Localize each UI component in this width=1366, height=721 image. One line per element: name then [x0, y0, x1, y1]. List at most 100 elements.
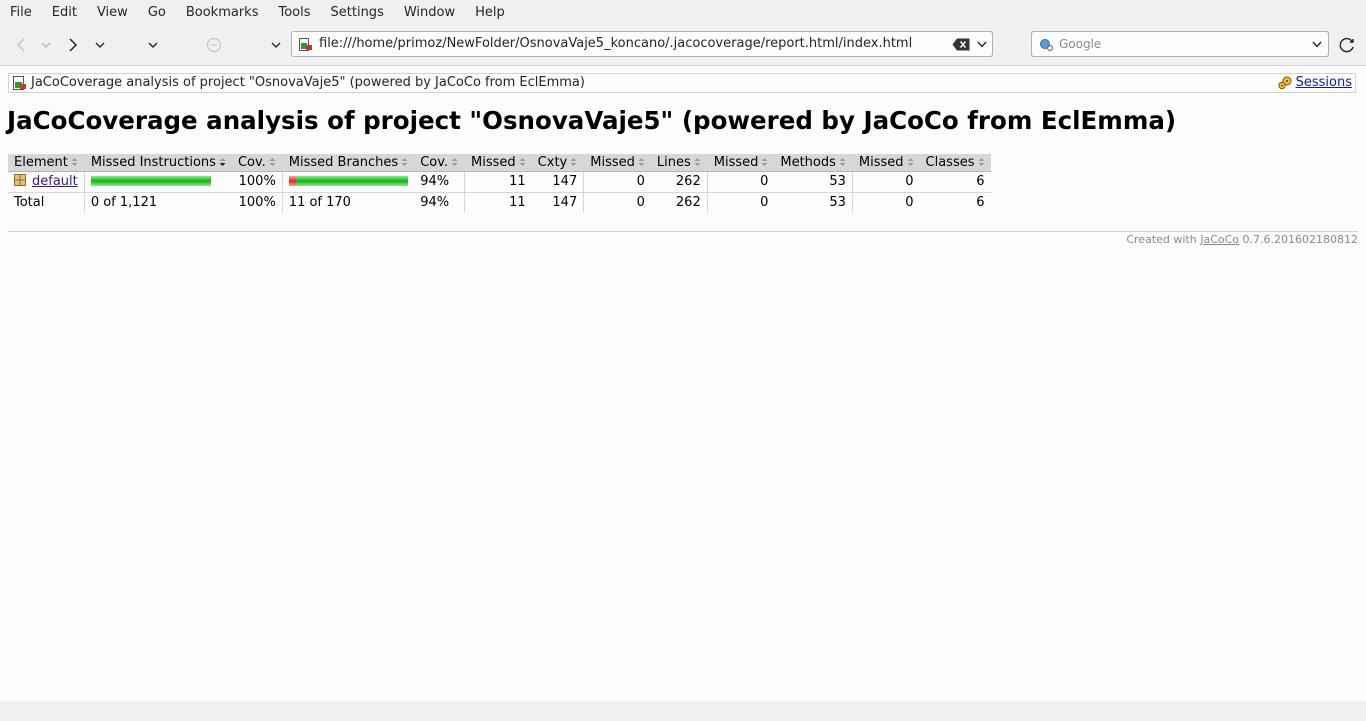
location-chevron-down-icon[interactable]: [266, 36, 286, 54]
header-branches-coverage[interactable]: Cov.: [414, 154, 465, 172]
sort-icon: [401, 155, 408, 166]
sort-icon: [694, 155, 701, 166]
search-bar[interactable]: Google: [1031, 31, 1329, 57]
header-complexity[interactable]: Cxty: [531, 154, 584, 172]
search-engine-chevron-down-icon[interactable]: [1310, 38, 1324, 51]
menu-go[interactable]: Go: [138, 0, 176, 25]
menu-settings[interactable]: Settings: [321, 0, 394, 25]
element-cell: default: [8, 171, 85, 193]
package-icon: [14, 173, 26, 186]
sort-icon: [71, 155, 78, 166]
menu-help[interactable]: Help: [465, 0, 515, 25]
sort-icon: [638, 155, 645, 166]
report-icon: [13, 76, 27, 90]
missed-classes-cell: 0: [851, 171, 920, 193]
total-classes: 6: [919, 192, 991, 213]
forward-history-chevron-down-icon[interactable]: [90, 36, 110, 54]
element-link-default[interactable]: default: [32, 174, 78, 189]
up-chevron-down-icon[interactable]: [143, 36, 163, 54]
coverage-table: Element Missed Instructions Cov. Missed …: [8, 154, 991, 213]
header-classes[interactable]: Classes: [919, 154, 991, 172]
total-missed-classes: 0: [851, 192, 920, 213]
sort-icon: [451, 155, 458, 166]
header-instructions-coverage[interactable]: Cov.: [231, 154, 283, 172]
search-engine-icon[interactable]: [1039, 38, 1055, 52]
missed-methods-cell: 0: [706, 171, 775, 193]
sessions-link[interactable]: Sessions: [1277, 74, 1352, 92]
sort-icon: [761, 155, 768, 166]
total-instructions-coverage: 100%: [231, 192, 283, 213]
sort-icon: [839, 155, 846, 166]
header-methods[interactable]: Methods: [774, 154, 853, 172]
back-history-chevron-down-icon[interactable]: [36, 36, 56, 54]
sort-icon: [570, 155, 577, 166]
header-element[interactable]: Element: [8, 154, 85, 172]
total-instructions: 0 of 1,121: [83, 192, 232, 213]
footer: Created with JaCoCo 0.7.6.201602180812: [1126, 233, 1358, 246]
total-missed-lines: 0: [583, 192, 651, 213]
footer-divider: [8, 231, 1358, 232]
total-branches-coverage: 94%: [414, 192, 465, 213]
header-missed-branches[interactable]: Missed Branches: [281, 154, 415, 172]
total-label: Total: [8, 192, 85, 213]
missed-complexity-cell: 11: [464, 171, 532, 193]
header-missed-classes[interactable]: Missed: [851, 154, 920, 172]
lines-cell: 262: [650, 171, 708, 193]
header-missed-methods[interactable]: Missed: [706, 154, 775, 172]
url-input[interactable]: file:///home/primoz/NewFolder/OsnovaVaje…: [319, 32, 912, 56]
header-missed-complexity[interactable]: Missed: [464, 154, 532, 172]
missed-branches-red-bar: [288, 176, 296, 186]
sessions-icon: [1277, 76, 1292, 90]
reload-icon[interactable]: [1337, 36, 1357, 54]
table-header-row: Element Missed Instructions Cov. Missed …: [8, 154, 991, 172]
methods-cell: 53: [774, 171, 853, 193]
covered-branches-bar: [295, 176, 408, 186]
total-missed-methods: 0: [706, 192, 775, 213]
sort-icon: [978, 155, 985, 166]
missed-lines-cell: 0: [583, 171, 651, 193]
url-history-chevron-down-icon[interactable]: [975, 38, 989, 51]
forward-icon[interactable]: [63, 36, 83, 54]
menu-bookmarks[interactable]: Bookmarks: [176, 0, 269, 25]
stop-icon[interactable]: [204, 36, 224, 54]
menu-view[interactable]: View: [87, 0, 138, 25]
missed-instructions-bar: [83, 171, 232, 193]
header-missed-instructions[interactable]: Missed Instructions: [83, 154, 232, 172]
footer-version: 0.7.6.201602180812: [1242, 233, 1358, 246]
back-icon[interactable]: [12, 36, 32, 54]
instructions-coverage-cell: 100%: [231, 171, 283, 193]
menu-file[interactable]: File: [0, 0, 42, 25]
url-bar[interactable]: file:///home/primoz/NewFolder/OsnovaVaje…: [291, 31, 993, 57]
sort-descending-icon: [219, 155, 226, 166]
header-lines[interactable]: Lines: [650, 154, 708, 172]
covered-instructions-bar: [90, 176, 211, 186]
clear-url-icon[interactable]: [952, 38, 970, 51]
page-favicon-icon: [299, 38, 313, 51]
search-input[interactable]: Google: [1059, 32, 1101, 56]
page-title: JaCoCoverage analysis of project "Osnova…: [7, 106, 1177, 135]
total-missed-complexity: 11: [464, 192, 532, 213]
complexity-cell: 147: [531, 171, 584, 193]
table-row: default 100% 94% 11 147 0 262 0 53 0 6: [8, 171, 991, 193]
menu-edit[interactable]: Edit: [42, 0, 87, 25]
table-total-row: Total 0 of 1,121 100% 11 of 170 94% 11 1…: [8, 192, 991, 213]
total-complexity: 147: [531, 192, 584, 213]
page-viewport: JaCoCoverage analysis of project "Osnova…: [0, 65, 1366, 701]
sort-icon: [907, 155, 914, 166]
sort-icon: [269, 155, 276, 166]
jacoco-link[interactable]: JaCoCo: [1200, 233, 1239, 246]
branches-coverage-cell: 94%: [414, 171, 465, 193]
menu-tools[interactable]: Tools: [268, 0, 320, 25]
total-branches: 11 of 170: [281, 192, 415, 213]
classes-cell: 6: [919, 171, 991, 193]
sort-icon: [519, 155, 526, 166]
total-lines: 262: [650, 192, 708, 213]
breadcrumb: JaCoCoverage analysis of project "Osnova…: [8, 73, 1356, 93]
missed-branches-bar: [281, 171, 415, 193]
sessions-label[interactable]: Sessions: [1296, 74, 1352, 92]
menu-window[interactable]: Window: [394, 0, 465, 25]
total-methods: 53: [774, 192, 853, 213]
header-missed-lines[interactable]: Missed: [583, 154, 651, 172]
menu-bar: File Edit View Go Bookmarks Tools Settin…: [0, 0, 1366, 25]
breadcrumb-label: JaCoCoverage analysis of project "Osnova…: [31, 75, 585, 90]
